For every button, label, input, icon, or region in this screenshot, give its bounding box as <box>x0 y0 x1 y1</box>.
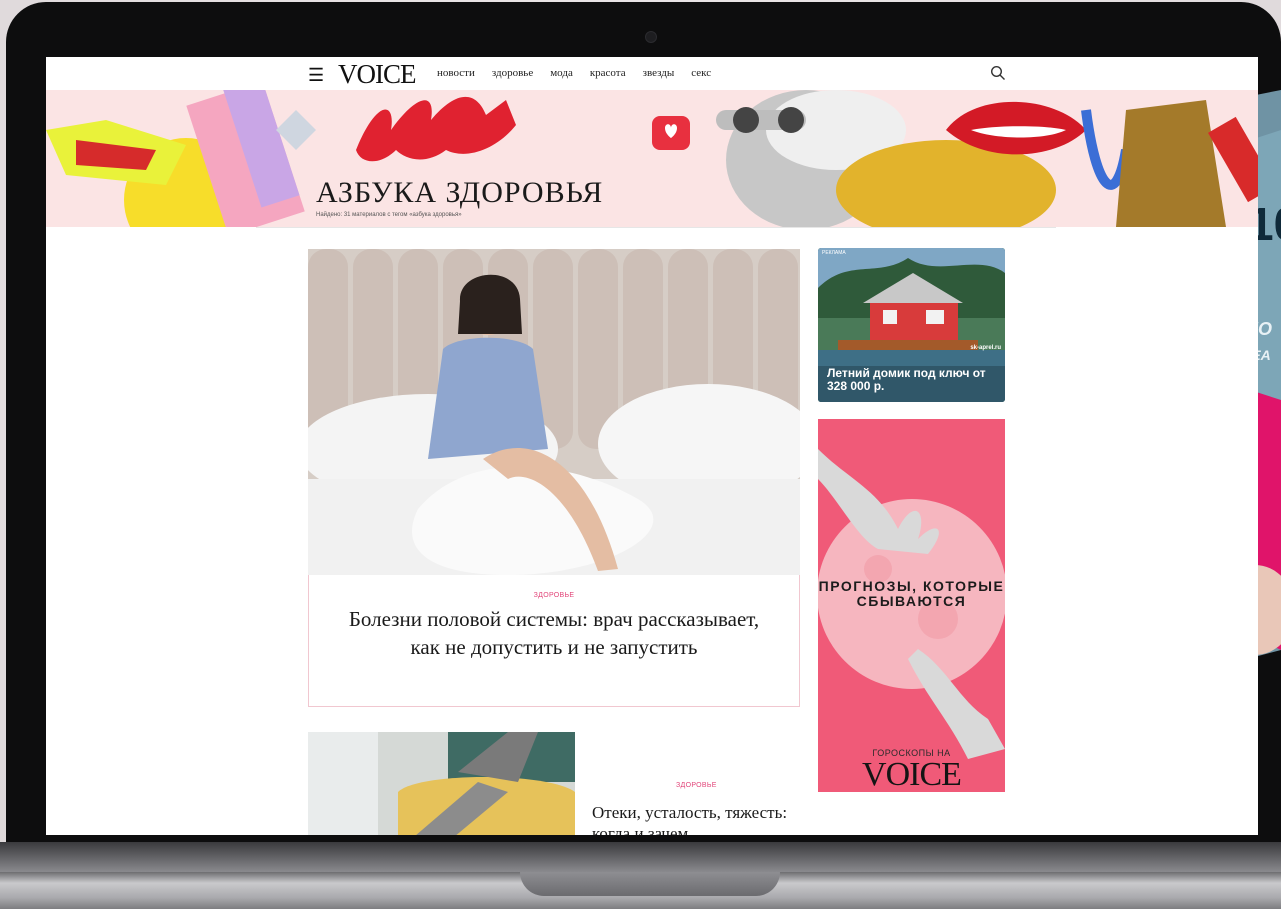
banner-subtitle: Найдено: 31 материалов с тегом «азбука з… <box>316 212 462 218</box>
hero-article-image[interactable] <box>308 249 800 575</box>
laptop-notch <box>520 872 780 896</box>
article-title[interactable]: Болезни половой системы: врач рассказыва… <box>334 605 774 661</box>
ad-headline[interactable]: ПРОГНОЗЫ, КОТОРЫЕ СБЫВАЮТСЯ <box>818 579 1005 609</box>
hero-photo <box>308 249 800 575</box>
banner-title: АЗБУКА ЗДОРОВЬЯ <box>316 176 604 209</box>
hero-article-card[interactable]: здоровье Болезни половой системы: врач р… <box>308 575 800 707</box>
nav-item-beauty[interactable]: красота <box>590 67 626 79</box>
nav-item-stars[interactable]: звезды <box>643 67 675 79</box>
main-nav: новости здоровье мода красота звезды сек… <box>437 67 728 79</box>
ad-label: РЕКЛАМА <box>822 250 846 256</box>
tag-banner: АЗБУКА ЗДОРОВЬЯ Найдено: 31 материалов с… <box>46 90 1258 227</box>
divider <box>256 227 1056 228</box>
article-title[interactable]: Отеки, усталость, тяжесть: когда и зачем <box>592 802 792 835</box>
ad-headline[interactable]: Летний домик под ключ от 328 000 р. <box>827 367 997 393</box>
site-header: ☰ VOICE новости здоровье мода красота зв… <box>46 57 1258 91</box>
webcam <box>645 31 657 43</box>
horoscope-ad[interactable]: ПРОГНОЗЫ, КОТОРЫЕ СБЫВАЮТСЯ ГОРОСКОПЫ НА… <box>818 419 1005 792</box>
nav-item-fashion[interactable]: мода <box>550 67 573 79</box>
article-tag[interactable]: здоровье <box>309 592 799 599</box>
nav-item-health[interactable]: здоровье <box>492 67 533 79</box>
second-article-image[interactable] <box>308 732 575 835</box>
nav-item-sex[interactable]: секс <box>691 67 711 79</box>
article-tag[interactable]: здоровье <box>676 782 717 789</box>
browser-screen: ☰ VOICE новости здоровье мода красота зв… <box>46 57 1258 835</box>
site-logo[interactable]: VOICE <box>338 59 416 90</box>
nav-item-news[interactable]: новости <box>437 67 475 79</box>
hamburger-menu-icon[interactable]: ☰ <box>308 65 324 86</box>
laptop-hinge <box>0 842 1281 872</box>
house-ad[interactable]: РЕКЛАМА sk-aprel.ru Летний домик под клю… <box>818 248 1005 402</box>
second-photo <box>308 732 575 835</box>
banner-collage <box>46 90 1258 227</box>
ad-logo: VOICE <box>862 756 962 792</box>
ad-domain[interactable]: sk-aprel.ru <box>970 345 1001 351</box>
search-icon[interactable] <box>990 65 1006 81</box>
